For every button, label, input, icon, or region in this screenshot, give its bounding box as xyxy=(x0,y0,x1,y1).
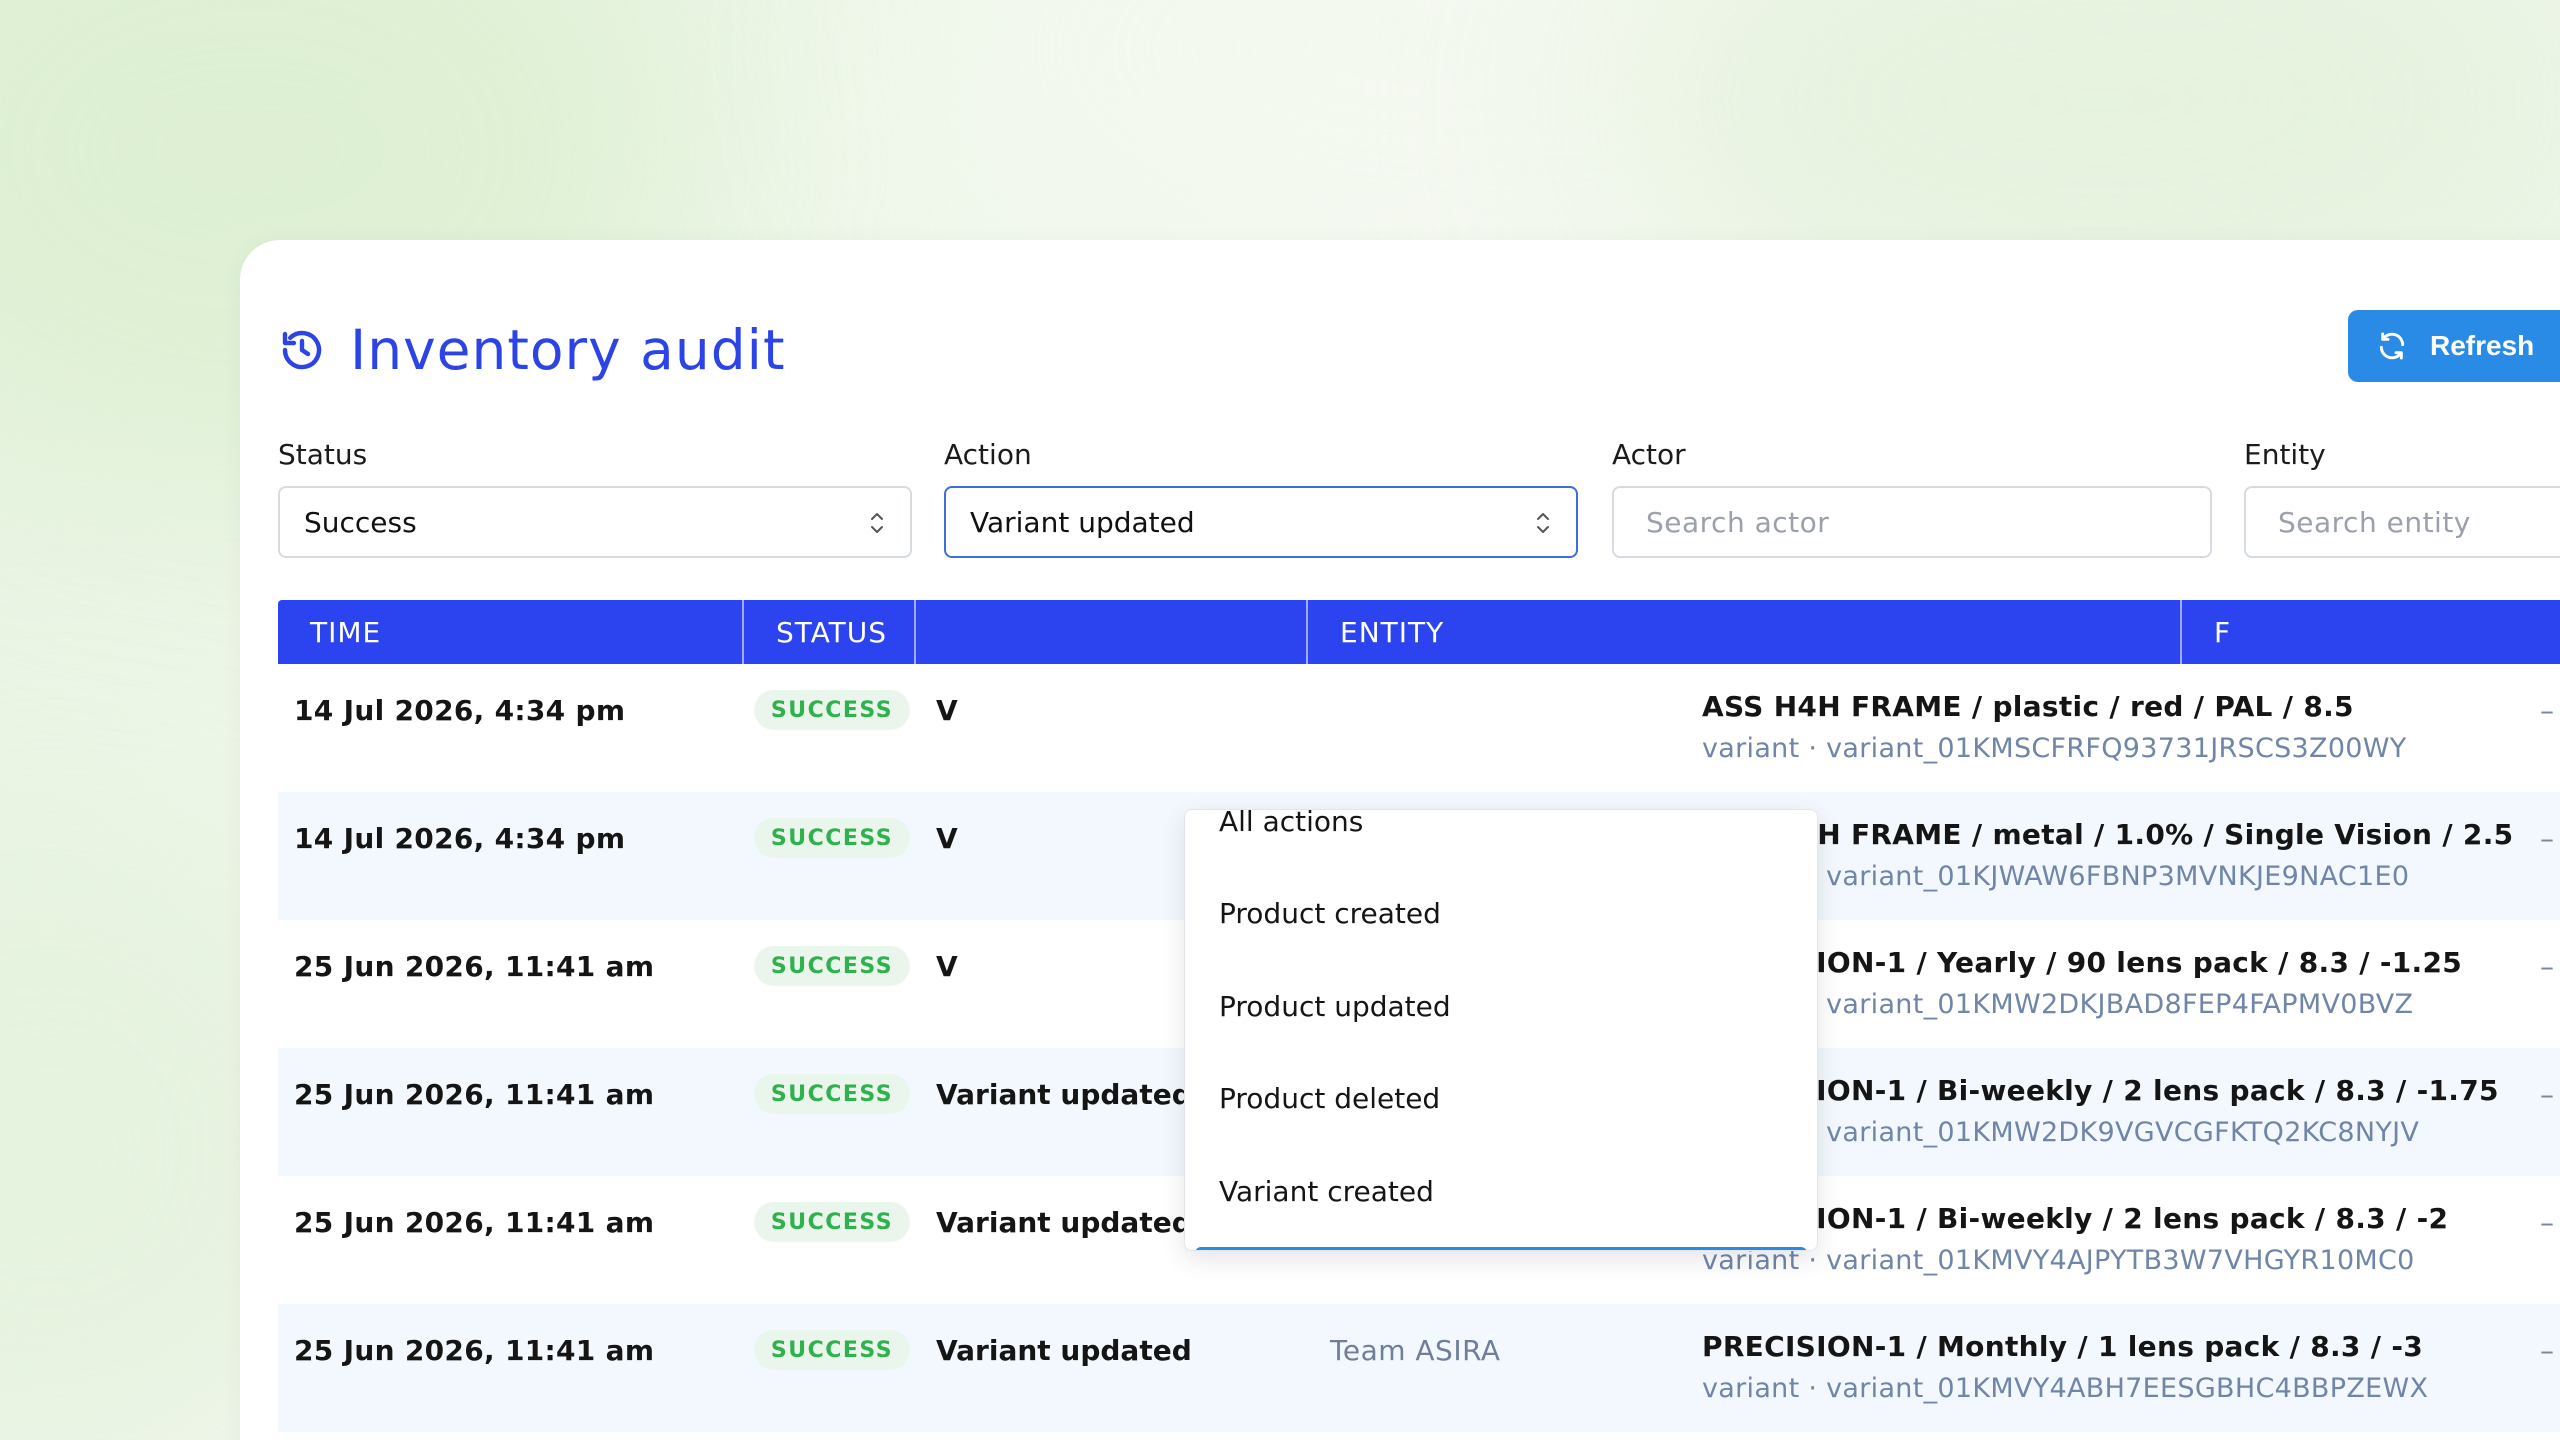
row-time: 14 Jul 2026, 4:34 pm xyxy=(294,694,626,727)
column-header-extra[interactable]: F xyxy=(2182,600,2382,664)
row-entity[interactable]: ASS H4H FRAME / metal / 1.0% / Single Vi… xyxy=(1702,818,2513,892)
row-time: 25 Jun 2026, 11:41 am xyxy=(294,1334,655,1367)
actor-filter-label: Actor xyxy=(1612,438,1686,471)
entity-filter-label: Entity xyxy=(2244,438,2326,471)
row-extra: – xyxy=(2540,694,2554,727)
row-extra: – xyxy=(2540,1078,2554,1111)
row-action: V xyxy=(936,950,958,983)
entity-title: PRECISION-1 / Monthly / 1 lens pack / 8.… xyxy=(1702,1330,2424,1363)
status-badge: SUCCESS xyxy=(754,946,910,986)
action-filter-label: Action xyxy=(944,438,1032,471)
actor-filter: Actor Search actor xyxy=(1612,438,2212,558)
row-entity[interactable]: ASS H4H FRAME / plastic / red / PAL / 8.… xyxy=(1702,690,2407,764)
action-dropdown: All actions Product created Product update… xyxy=(1184,809,1818,1251)
dropdown-option[interactable]: Variant created xyxy=(1195,1154,1807,1228)
row-extra: – xyxy=(2540,1334,2554,1367)
refresh-icon xyxy=(2376,330,2408,362)
action-select[interactable]: Variant updated xyxy=(944,486,1578,558)
refresh-label: Refresh xyxy=(2430,330,2535,361)
row-time: 25 Jun 2026, 11:41 am xyxy=(294,1206,655,1239)
row-time: 14 Jul 2026, 4:34 pm xyxy=(294,822,626,855)
status-badge: SUCCESS xyxy=(754,818,910,858)
status-filter-label: Status xyxy=(278,438,368,471)
status-filter: Status Success xyxy=(278,438,912,558)
row-extra: – xyxy=(2540,1206,2554,1239)
entity-title: ASS H4H FRAME / plastic / red / PAL / 8.… xyxy=(1702,690,2354,723)
entity-id: variant · variant_01KMSCFRFQ93731JRSCS3Z… xyxy=(1702,733,2407,764)
dropdown-option[interactable]: Product deleted xyxy=(1195,1062,1807,1136)
entity-search-placeholder: Search entity xyxy=(2278,505,2471,539)
row-action: Variant updated xyxy=(936,1206,1192,1239)
status-select[interactable]: Success xyxy=(278,486,912,558)
column-header-time[interactable]: TIME xyxy=(278,600,744,664)
status-badge: SUCCESS xyxy=(754,1202,910,1242)
chevron-updown-icon xyxy=(1537,513,1549,533)
entity-search-input[interactable]: Search entity xyxy=(2244,486,2560,558)
action-select-value: Variant updated xyxy=(970,505,1195,539)
entity-title: PRECISION-1 / Bi-weekly / 2 lens pack / … xyxy=(1702,1074,2499,1107)
page-header: Inventory audit xyxy=(278,318,786,382)
status-badge: SUCCESS xyxy=(754,690,910,730)
table-header: TIME STATUS ENTITY F xyxy=(278,600,2560,664)
status-select-value: Success xyxy=(304,505,417,539)
column-header-entity[interactable]: ENTITY xyxy=(1308,600,2182,664)
row-entity[interactable]: PRECISION-1 / Bi-weekly / 2 lens pack / … xyxy=(1702,1074,2499,1148)
row-entity[interactable]: PRECISION-1 / Monthly / 1 lens pack / 8.… xyxy=(1702,1330,2428,1404)
chevron-updown-icon xyxy=(871,513,883,533)
audit-card: Inventory audit Refresh Status Success A… xyxy=(240,240,2560,1440)
row-time: 25 Jun 2026, 11:41 am xyxy=(294,1078,655,1111)
dropdown-option[interactable]: Product created xyxy=(1195,877,1807,951)
dropdown-option[interactable]: Variant updated xyxy=(1195,1246,1807,1250)
entity-title: ASS H4H FRAME / metal / 1.0% / Single Vi… xyxy=(1702,818,2514,851)
row-action: V xyxy=(936,694,958,727)
table-row[interactable]: 14 Jul 2026, 4:34 pm SUCCESS V ASS H4H F… xyxy=(278,664,2560,792)
history-icon xyxy=(278,326,326,374)
row-extra: – xyxy=(2540,950,2554,983)
entity-id: variant · variant_01KMW2DK9VGVCGFKTQ2KC8… xyxy=(1702,1117,2420,1148)
actor-search-input[interactable]: Search actor xyxy=(1612,486,2212,558)
column-header-action[interactable] xyxy=(916,600,1308,664)
dropdown-option[interactable]: All actions xyxy=(1195,810,1807,858)
entity-id: variant · variant_01KJWAW6FBNP3MVNKJE9NA… xyxy=(1702,861,2410,892)
page-title: Inventory audit xyxy=(350,318,786,382)
column-header-status[interactable]: STATUS xyxy=(744,600,916,664)
actor-search-placeholder: Search actor xyxy=(1646,505,1830,539)
entity-filter: Entity Search entity xyxy=(2244,438,2560,558)
table-row[interactable]: 25 Jun 2026, 11:41 am SUCCESS Variant up… xyxy=(278,1304,2560,1432)
row-action: Variant updated xyxy=(936,1078,1192,1111)
refresh-button[interactable]: Refresh xyxy=(2348,310,2560,382)
status-badge: SUCCESS xyxy=(754,1330,910,1370)
entity-id: variant · variant_01KMVY4ABH7EESGBHC4BBP… xyxy=(1702,1373,2429,1404)
status-badge: SUCCESS xyxy=(754,1074,910,1114)
row-action: Variant updated xyxy=(936,1334,1192,1367)
row-actor[interactable]: Team ASIRA xyxy=(1330,1334,1501,1367)
row-action: V xyxy=(936,822,958,855)
action-filter: Action Variant updated xyxy=(944,438,1578,558)
dropdown-option[interactable]: Product updated xyxy=(1195,969,1807,1043)
row-time: 25 Jun 2026, 11:41 am xyxy=(294,950,655,983)
row-extra: – xyxy=(2540,822,2554,855)
